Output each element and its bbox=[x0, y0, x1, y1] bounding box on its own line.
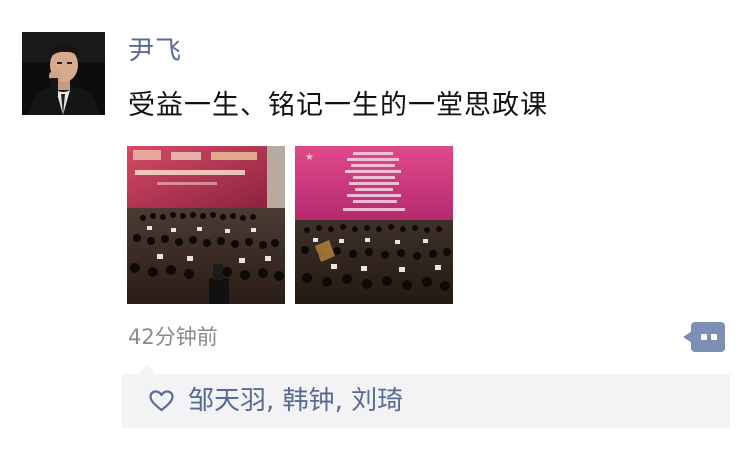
likes-panel: 邹天羽, 韩钟, 刘琦 bbox=[122, 365, 730, 428]
comment-dot-icon bbox=[711, 334, 717, 340]
concert-photo-icon bbox=[127, 146, 285, 304]
liker-name[interactable]: 韩钟 bbox=[283, 386, 335, 416]
concert-photo-icon: ★ bbox=[295, 146, 453, 304]
liker-separator: , bbox=[266, 386, 283, 416]
avatar-image bbox=[22, 32, 105, 115]
post-timestamp: 42分钟前 bbox=[128, 325, 218, 349]
post-image-1[interactable] bbox=[127, 146, 285, 304]
liker-name[interactable]: 刘琦 bbox=[351, 386, 403, 416]
moments-post: 尹飞 受益一生、铭记一生的一堂思政课 ★ 42分钟前 邹天羽, 韩钟, 刘琦 bbox=[0, 0, 738, 460]
likers-list: 邹天羽, 韩钟, 刘琦 bbox=[188, 384, 403, 418]
svg-text:★: ★ bbox=[305, 152, 314, 163]
author-avatar[interactable] bbox=[22, 32, 105, 115]
liker-name[interactable]: 邹天羽 bbox=[188, 386, 266, 416]
comment-button[interactable] bbox=[683, 322, 725, 352]
comment-bubble-icon bbox=[691, 322, 725, 352]
post-text: 受益一生、铭记一生的一堂思政课 bbox=[128, 90, 548, 121]
liker-separator: , bbox=[334, 386, 352, 416]
post-image-2[interactable]: ★ bbox=[295, 146, 453, 304]
comment-dot-icon bbox=[701, 334, 707, 340]
author-name[interactable]: 尹飞 bbox=[128, 34, 182, 68]
heart-icon bbox=[149, 390, 174, 412]
